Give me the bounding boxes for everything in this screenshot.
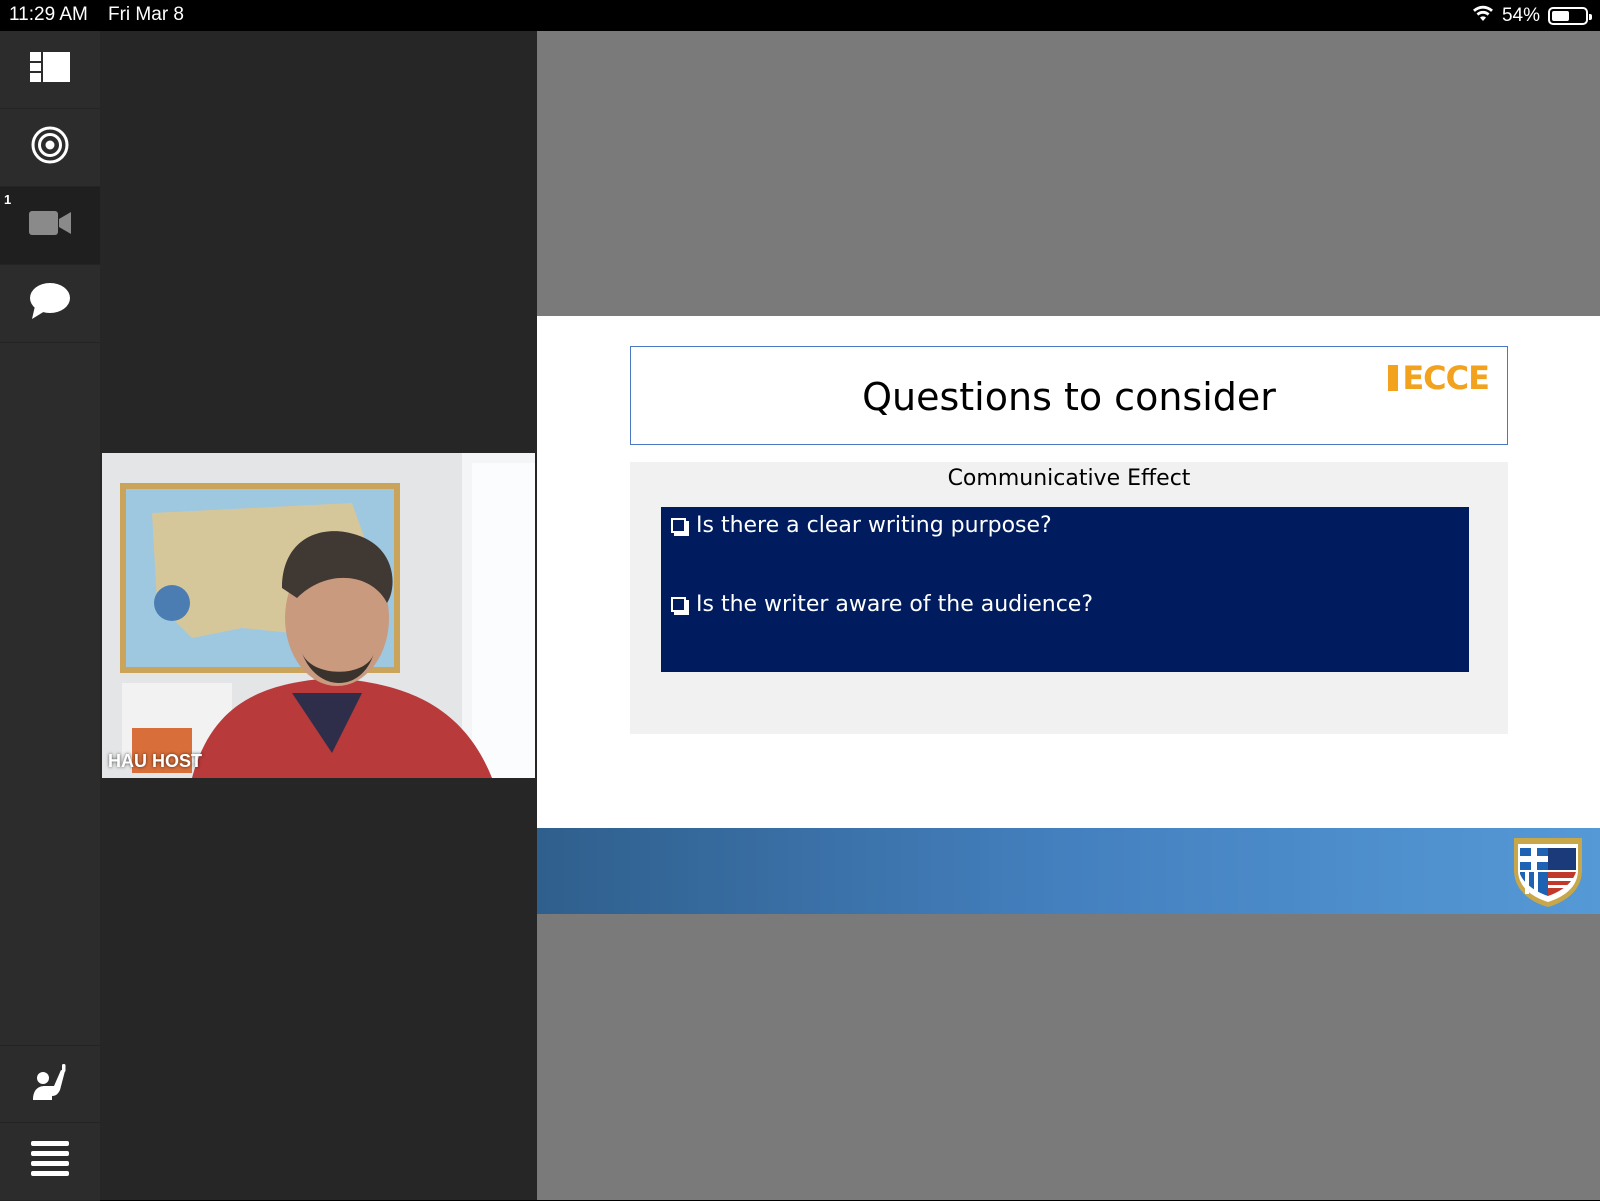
slide-title: Questions to consider xyxy=(862,375,1276,419)
wifi-icon xyxy=(1472,4,1494,28)
status-time: 11:29 AM xyxy=(9,4,88,25)
battery-percent: 54% xyxy=(1501,5,1540,26)
layout-button[interactable] xyxy=(0,31,100,109)
slide-title-box: Questions to consider ECCE xyxy=(630,346,1508,445)
crest-logo-icon xyxy=(1510,834,1586,913)
ecce-logo: ECCE xyxy=(1388,359,1490,397)
question-item: Is there a clear writing purpose? xyxy=(671,513,1052,538)
question-item: Is the writer aware of the audience? xyxy=(671,592,1093,617)
participant-name-label: HAU HOST xyxy=(108,751,202,771)
participant-video-frame xyxy=(102,453,535,778)
status-right-group: 54% xyxy=(1472,4,1592,28)
video-count-badge: 1 xyxy=(4,192,12,207)
video-camera-icon xyxy=(29,210,71,241)
presentation-slide: Questions to consider ECCE Communicative… xyxy=(537,316,1600,914)
video-button[interactable]: 1 xyxy=(0,187,100,265)
section-heading: Communicative Effect xyxy=(947,466,1191,491)
raise-hand-icon xyxy=(30,1062,70,1107)
raise-hand-button[interactable] xyxy=(0,1045,100,1123)
menu-icon xyxy=(31,1140,69,1183)
sidebar: 1 xyxy=(0,31,100,1201)
chat-bubble-icon xyxy=(29,282,71,325)
question-text: Is the writer aware of the audience? xyxy=(696,592,1094,617)
menu-button[interactable] xyxy=(0,1123,100,1201)
checkbox-bullet-icon xyxy=(671,597,689,615)
chat-button[interactable] xyxy=(0,265,100,343)
battery-fill xyxy=(1552,11,1569,21)
status-bar: 11:29 AM Fri Mar 8 54% xyxy=(0,0,1600,31)
questions-box: Is there a clear writing purpose? Is the… xyxy=(661,507,1469,672)
layout-icon xyxy=(30,52,70,87)
status-date: Fri Mar 8 xyxy=(108,4,184,25)
target-button[interactable] xyxy=(0,109,100,187)
slide-section: Communicative Effect Is there a clear wr… xyxy=(630,462,1508,734)
question-text: Is there a clear writing purpose? xyxy=(696,513,1052,538)
battery-icon xyxy=(1548,7,1592,25)
target-icon xyxy=(30,125,70,170)
ecce-logo-text: ECCE xyxy=(1402,359,1490,397)
slide-footer-band xyxy=(537,828,1600,914)
checkbox-bullet-icon xyxy=(671,518,689,536)
participant-video-tile[interactable]: HAU HOST xyxy=(102,453,535,778)
